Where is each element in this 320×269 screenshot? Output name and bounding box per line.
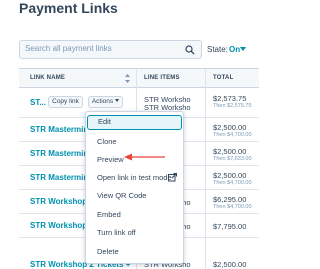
- total-amount: $2,500.00: [213, 123, 247, 132]
- page-title: Payment Links: [19, 0, 118, 16]
- state-filter-label: State:: [207, 45, 228, 54]
- menu-item-delete[interactable]: Delete: [87, 244, 182, 259]
- total-recurring: Then $4,700.00: [213, 180, 252, 186]
- total-amount: $2,500.00: [213, 171, 247, 180]
- total-recurring: Then $4,700.00: [213, 132, 252, 138]
- total-recurring: Then $7,633.00: [213, 156, 252, 162]
- menu-item-edit[interactable]: Edit: [87, 115, 182, 130]
- external-link-icon: [168, 173, 177, 182]
- chevron-down-icon: [115, 99, 120, 102]
- copy-link-button[interactable]: Copy link: [48, 96, 83, 108]
- total-amount: $2,500.00: [213, 260, 247, 269]
- menu-item-open-test-mode[interactable]: Open link in test mode: [87, 170, 182, 185]
- total-recurring: Then $2,575.75: [213, 103, 252, 109]
- menu-item-turn-link-off[interactable]: Turn link off: [87, 225, 182, 240]
- state-filter-dropdown[interactable]: On: [229, 45, 240, 54]
- link-name[interactable]: ST...: [30, 98, 49, 107]
- search-icon[interactable]: [185, 45, 195, 55]
- total-recurring: Then $4,700.00: [213, 204, 252, 210]
- sort-icon[interactable]: [125, 74, 130, 83]
- actions-dropdown-menu: Edit Clone Preview Open link in test mod…: [85, 111, 184, 264]
- table-header: LINK NAME LINE ITEMS TOTAL: [19, 69, 259, 88]
- search-box[interactable]: Search all payment links: [19, 40, 202, 59]
- total-amount: $6,295.00: [213, 195, 247, 204]
- menu-item-embed[interactable]: Embed: [87, 207, 182, 222]
- column-header-line-items[interactable]: LINE ITEMS: [144, 75, 180, 81]
- total-amount: $7,795.00: [213, 222, 247, 231]
- menu-item-view-qr-code[interactable]: View QR Code: [87, 188, 182, 203]
- total-amount: $2,573.75: [213, 94, 247, 103]
- actions-button-label: Actions: [91, 98, 114, 105]
- column-header-total[interactable]: TOTAL: [213, 75, 233, 81]
- menu-item-clone[interactable]: Clone: [87, 134, 182, 149]
- column-header-link-name[interactable]: LINK NAME: [30, 75, 65, 81]
- menu-item-open-test-mode-label: Open link in test mode: [97, 173, 172, 182]
- chevron-down-icon[interactable]: [240, 47, 246, 51]
- actions-button[interactable]: Actions: [88, 96, 123, 108]
- total-amount: $2,500.00: [213, 147, 247, 156]
- annotation-arrow-icon: [124, 153, 165, 161]
- search-input[interactable]: Search all payment links: [25, 44, 112, 53]
